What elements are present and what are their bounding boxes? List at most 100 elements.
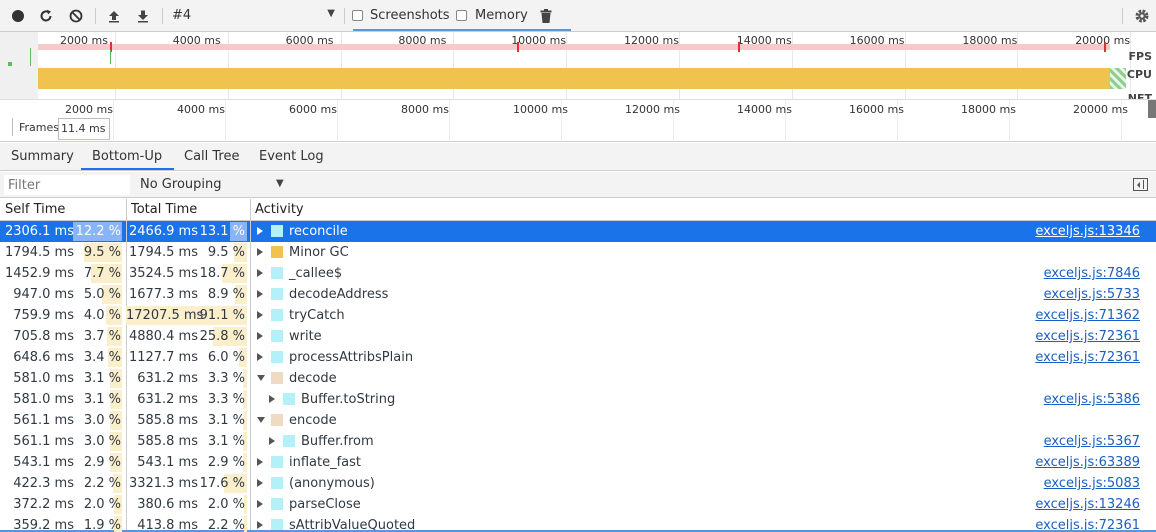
toolbar-active-indicator <box>353 29 571 31</box>
tab-bottom-up[interactable]: Bottom-Up <box>92 149 162 164</box>
source-link[interactable]: exceljs.js:5083 <box>1044 476 1140 491</box>
source-link[interactable]: exceljs.js:5733 <box>1044 287 1140 302</box>
triangle-down-icon[interactable] <box>257 375 265 381</box>
fps-band <box>38 44 1110 50</box>
table-row[interactable]: 372.2 ms 2.0 % 380.6 ms 2.0 % parseClose exce… <box>0 494 1156 515</box>
total-time-percent: 3.1 % <box>207 413 245 428</box>
table-row[interactable]: 759.9 ms 4.0 % 17207.5 ms 91.1 % tryCatch exc… <box>0 305 1156 326</box>
total-time-value: 1677.3 ms <box>128 287 198 302</box>
record-button[interactable] <box>10 7 26 25</box>
source-link[interactable]: exceljs.js:5386 <box>1044 392 1140 407</box>
toolbar-separator <box>95 8 96 24</box>
table-row[interactable]: 581.0 ms 3.1 % 631.2 ms 3.3 % Buffer.toStrin… <box>0 389 1156 410</box>
memory-checkbox[interactable] <box>456 10 467 21</box>
source-link[interactable]: exceljs.js:63389 <box>1035 455 1140 470</box>
triangle-right-icon[interactable] <box>257 311 263 319</box>
gear-icon <box>1135 9 1149 23</box>
table-row[interactable]: 561.1 ms 3.0 % 585.8 ms 3.1 % encode <box>0 410 1156 431</box>
total-time-percent: 3.3 % <box>207 371 245 386</box>
triangle-right-icon[interactable] <box>257 248 263 256</box>
triangle-right-icon[interactable] <box>257 353 263 361</box>
tab-summary[interactable]: Summary <box>11 149 74 164</box>
flamechart-ruler[interactable]: 2000 ms 4000 ms 6000 ms 8000 ms 10000 ms 1200… <box>0 100 1156 142</box>
category-swatch <box>271 477 283 489</box>
overview-window-left[interactable] <box>0 32 38 99</box>
screenshots-label: Screenshots <box>370 8 450 23</box>
self-time-value: 561.1 ms <box>13 434 74 449</box>
triangle-right-icon[interactable] <box>257 227 263 235</box>
source-link[interactable]: exceljs.js:13346 <box>1035 224 1140 239</box>
ruler-tick-label: 14000 ms <box>737 103 792 116</box>
triangle-down-icon[interactable] <box>257 417 265 423</box>
trash-icon <box>540 9 552 23</box>
category-swatch <box>271 456 283 468</box>
source-link[interactable]: exceljs.js:72361 <box>1035 350 1140 365</box>
total-time-value: 413.8 ms <box>137 518 198 532</box>
tab-event-log[interactable]: Event Log <box>259 149 324 164</box>
table-row[interactable]: 648.6 ms 3.4 % 1127.7 ms 6.0 % processAttrib… <box>0 347 1156 368</box>
triangle-right-icon[interactable] <box>257 269 263 277</box>
profile-select-value: #4 <box>172 8 192 23</box>
frame-block[interactable]: 11.4 ms <box>58 118 110 140</box>
source-link[interactable]: exceljs.js:71362 <box>1035 308 1140 323</box>
category-swatch <box>283 393 295 405</box>
self-time-percent: 3.1 % <box>83 392 121 407</box>
triangle-right-icon[interactable] <box>257 521 263 529</box>
self-time-header[interactable]: Self Time <box>5 202 65 217</box>
frames-track-label: Frames <box>19 121 60 134</box>
reload-icon <box>40 9 52 22</box>
save-profile-button[interactable] <box>134 7 152 25</box>
column-divider[interactable] <box>250 199 251 532</box>
category-swatch <box>271 309 283 321</box>
source-link[interactable]: exceljs.js:13246 <box>1035 497 1140 512</box>
frame-time: 11.4 ms <box>61 122 106 135</box>
table-row[interactable]: 543.1 ms 2.9 % 543.1 ms 2.9 % inflate_fast ex… <box>0 452 1156 473</box>
tab-call-tree[interactable]: Call Tree <box>184 149 240 164</box>
triangle-right-icon[interactable] <box>257 290 263 298</box>
table-row[interactable]: 2306.1 ms 12.2 % 2466.9 ms 13.1 % reconcile e… <box>0 221 1156 242</box>
table-row[interactable]: 422.3 ms 2.2 % 3321.3 ms 17.6 % (anonymous) e… <box>0 473 1156 494</box>
capture-settings-button[interactable] <box>1133 7 1151 25</box>
table-row[interactable]: 1794.5 ms 9.5 % 1794.5 ms 9.5 % Minor GC <box>0 242 1156 263</box>
show-heaviest-stack-icon[interactable] <box>1133 178 1148 191</box>
reload-button[interactable] <box>37 7 55 25</box>
source-link[interactable]: exceljs.js:7846 <box>1044 266 1140 281</box>
self-time-value: 947.0 ms <box>13 287 74 302</box>
source-link[interactable]: exceljs.js:72361 <box>1035 329 1140 344</box>
triangle-right-icon[interactable] <box>257 479 263 487</box>
flamechart-scrollbar[interactable] <box>1148 100 1156 118</box>
screenshots-checkbox[interactable] <box>352 10 363 21</box>
category-swatch <box>271 288 283 300</box>
triangle-right-icon[interactable] <box>257 500 263 508</box>
source-link[interactable]: exceljs.js:5367 <box>1044 434 1140 449</box>
overview-gridline <box>227 32 229 99</box>
total-time-header[interactable]: Total Time <box>131 202 197 217</box>
triangle-right-icon[interactable] <box>269 395 275 403</box>
profile-select[interactable]: #4 ▼ <box>167 7 339 25</box>
category-swatch <box>271 246 283 258</box>
triangle-right-icon[interactable] <box>257 458 263 466</box>
ruler-tick-label: 16000 ms <box>849 103 904 116</box>
total-time-percent: 25.8 % <box>199 329 245 344</box>
clear-button[interactable] <box>67 7 85 25</box>
self-time-percent: 3.0 % <box>83 434 121 449</box>
filter-input[interactable] <box>4 175 130 195</box>
triangle-right-icon[interactable] <box>269 437 275 445</box>
load-profile-button[interactable] <box>105 7 123 25</box>
activity-name: tryCatch <box>289 308 345 323</box>
collect-garbage-button[interactable] <box>538 7 554 25</box>
table-row[interactable]: 1452.9 ms 7.7 % 3524.5 ms 18.7 % _callee$ exc… <box>0 263 1156 284</box>
activity-header[interactable]: Activity <box>255 202 304 217</box>
grouping-select[interactable]: No Grouping <box>140 177 222 192</box>
activity-name: decode <box>289 371 337 386</box>
filter-bar: No Grouping ▼ <box>0 172 1156 198</box>
table-row[interactable]: 561.1 ms 3.0 % 585.8 ms 3.1 % Buffer.from exc… <box>0 431 1156 452</box>
table-row[interactable]: 947.0 ms 5.0 % 1677.3 ms 8.9 % decodeAddress… <box>0 284 1156 305</box>
details-tabs: Summary Bottom-Up Call Tree Event Log <box>0 143 1156 171</box>
timeline-overview[interactable]: 2000 ms 4000 ms 6000 ms 8000 ms 10000 ms 1200… <box>0 32 1156 100</box>
activity-name: decodeAddress <box>289 287 389 302</box>
table-row[interactable]: 705.8 ms 3.7 % 4880.4 ms 25.8 % write exceljs… <box>0 326 1156 347</box>
toolbar-separator <box>1122 8 1123 24</box>
triangle-right-icon[interactable] <box>257 332 263 340</box>
table-row[interactable]: 581.0 ms 3.1 % 631.2 ms 3.3 % decode <box>0 368 1156 389</box>
